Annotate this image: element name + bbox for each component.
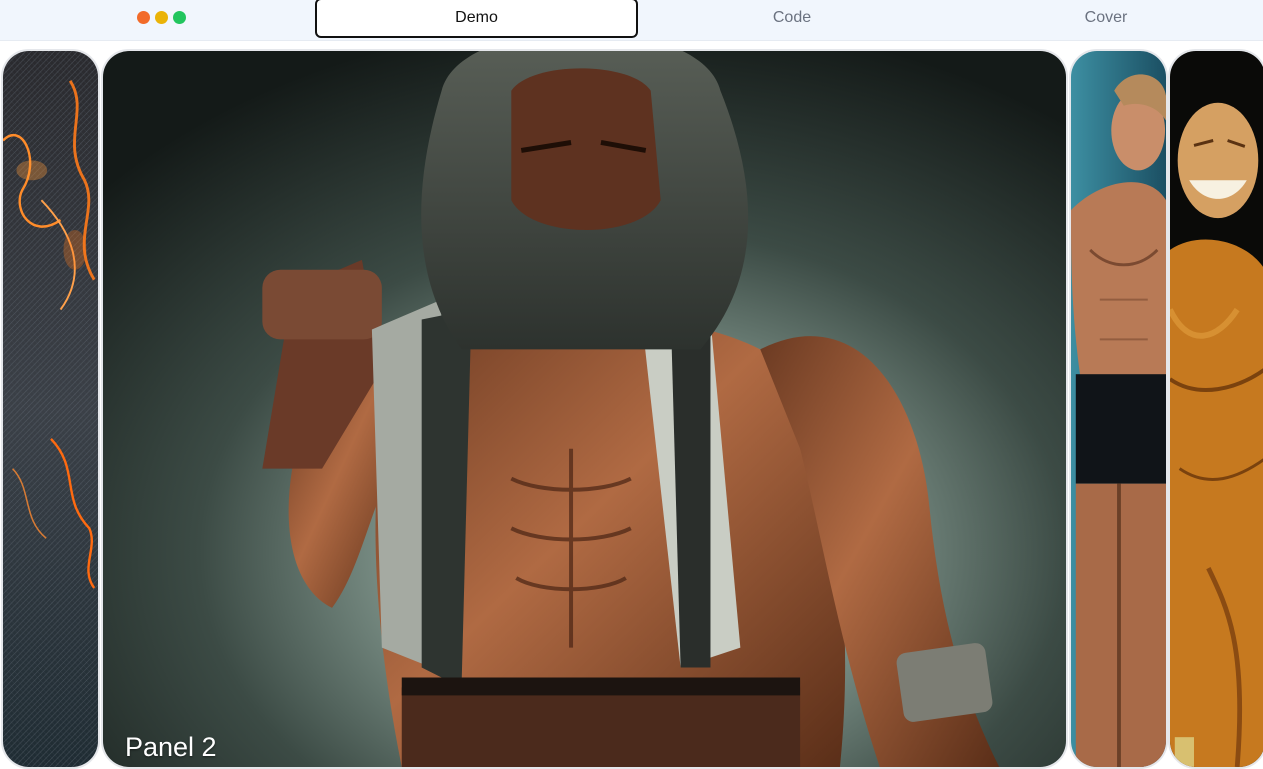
panel-1[interactable] bbox=[1, 49, 100, 769]
panel-4[interactable] bbox=[1168, 49, 1263, 769]
top-bar: Demo Code Cover bbox=[0, 0, 1263, 41]
tab-demo[interactable]: Demo bbox=[315, 0, 638, 38]
panel-2[interactable]: Panel 2 bbox=[101, 49, 1068, 769]
window-controls bbox=[137, 11, 186, 24]
panel-label: Panel 2 bbox=[125, 732, 217, 762]
fiery-textured-face-image bbox=[3, 51, 98, 767]
bald-bodybuilder-image bbox=[1170, 51, 1263, 767]
tab-code[interactable]: Code bbox=[632, 0, 952, 38]
young-bodybuilder-image bbox=[1071, 51, 1166, 767]
panel-3[interactable] bbox=[1069, 49, 1168, 769]
maximize-dot[interactable] bbox=[173, 11, 186, 24]
minimize-dot[interactable] bbox=[155, 11, 168, 24]
close-dot[interactable] bbox=[137, 11, 150, 24]
hooded-fighter-image bbox=[103, 51, 1066, 767]
tab-cover[interactable]: Cover bbox=[946, 0, 1263, 38]
